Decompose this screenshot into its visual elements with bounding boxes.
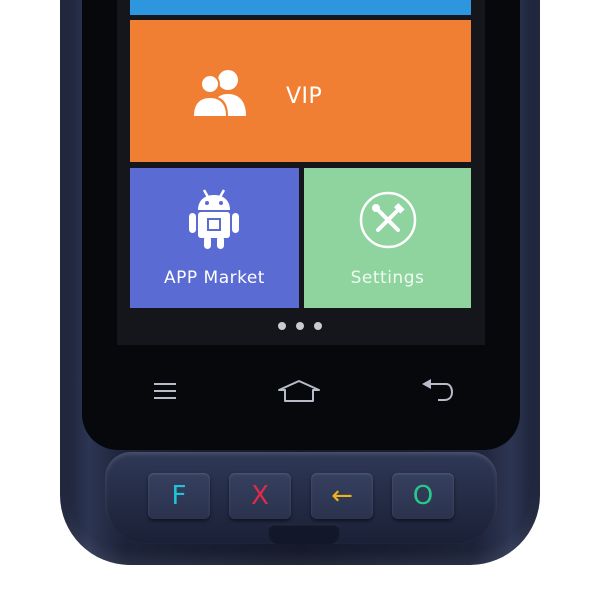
tile-top-partial[interactable] xyxy=(130,0,471,15)
page-dot xyxy=(314,322,322,330)
page-dot xyxy=(296,322,304,330)
back-icon[interactable] xyxy=(420,378,454,406)
tools-icon xyxy=(359,191,417,249)
tile-settings-label: Settings xyxy=(350,268,425,288)
cancel-key[interactable]: X xyxy=(229,473,291,519)
android-icon xyxy=(189,189,239,249)
bottom-connector xyxy=(268,524,340,544)
tile-app-market-label: APP Market xyxy=(164,268,265,288)
page-indicator xyxy=(276,322,328,332)
confirm-key[interactable]: O xyxy=(392,473,454,519)
users-icon xyxy=(192,70,246,116)
function-key[interactable]: F xyxy=(148,473,210,519)
backspace-key[interactable]: ← xyxy=(311,473,373,519)
home-icon[interactable] xyxy=(276,378,322,404)
menu-icon[interactable] xyxy=(152,381,178,401)
tile-vip-label: VIP xyxy=(286,84,323,109)
page-dot xyxy=(278,322,286,330)
